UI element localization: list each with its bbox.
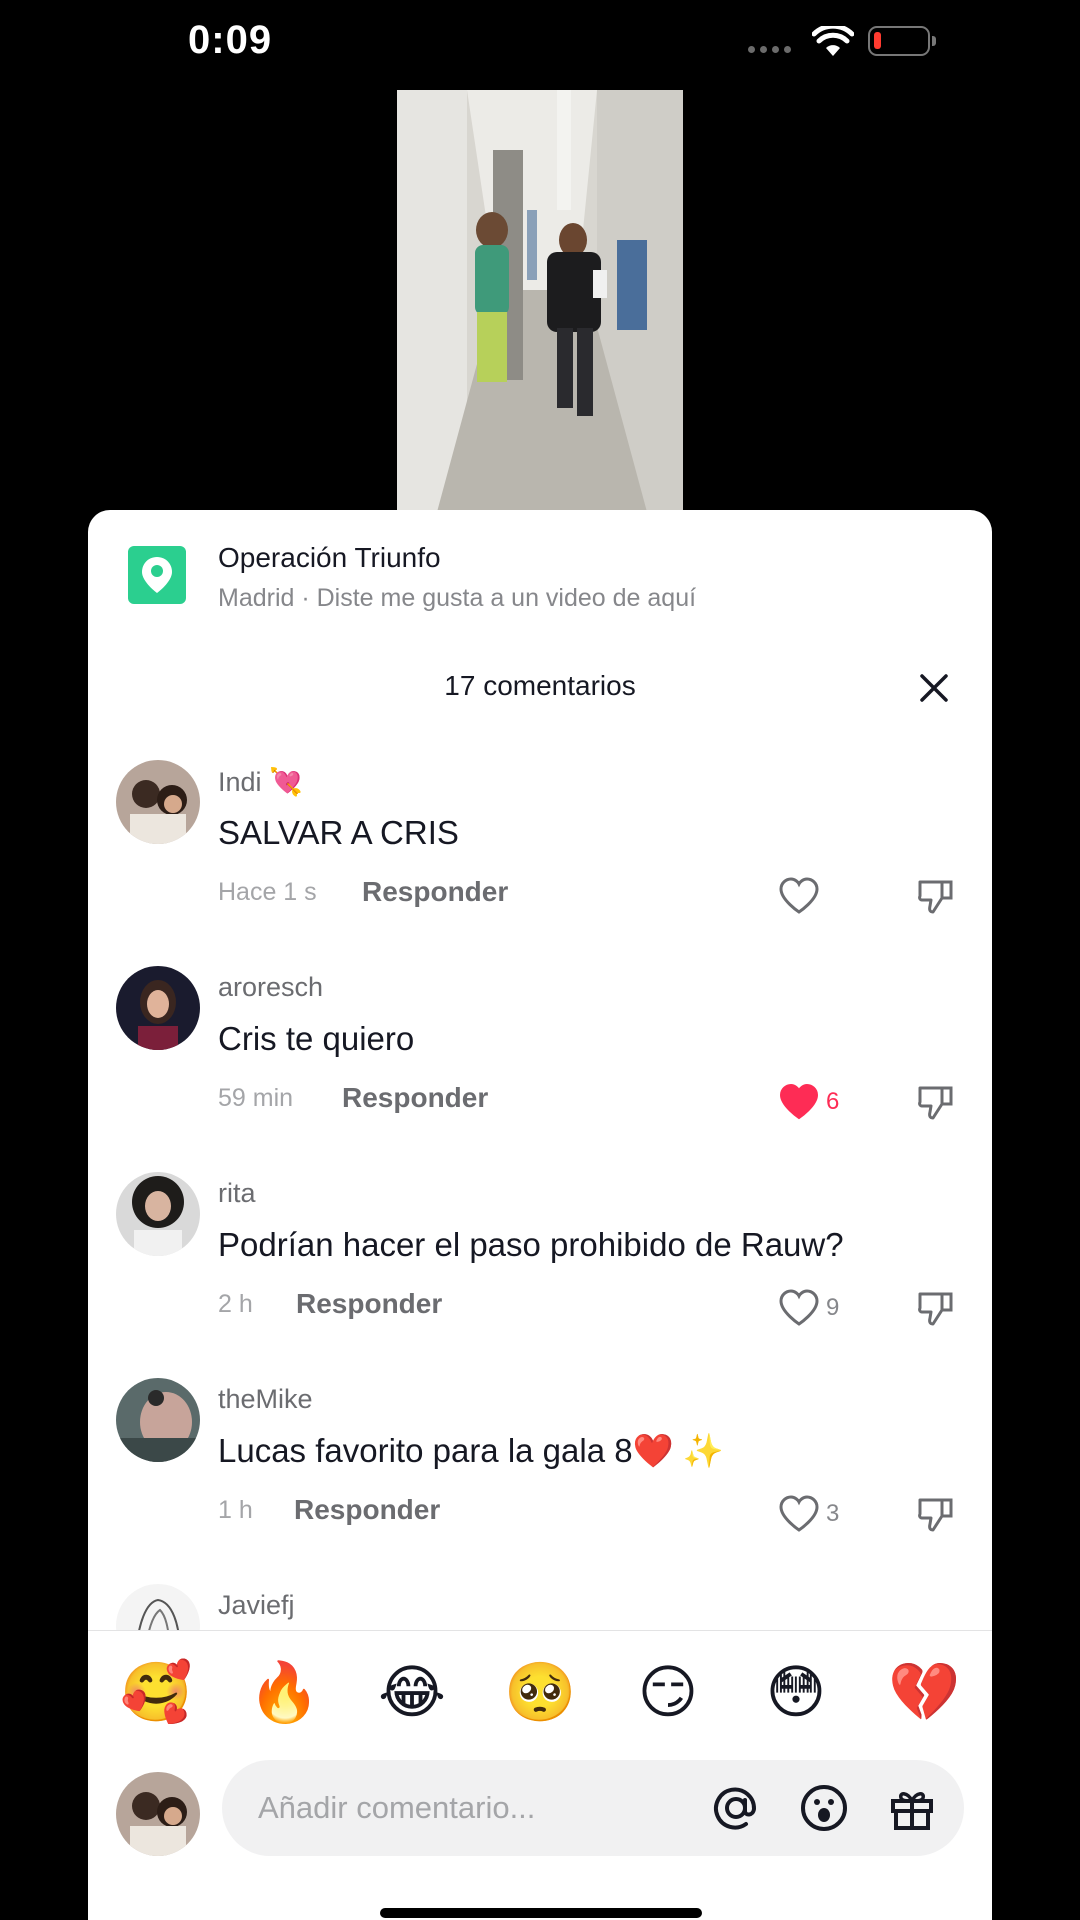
location-title: Operación Triunfo (218, 542, 441, 573)
reply-button[interactable]: Responder (294, 1494, 440, 1526)
heart-icon (779, 1495, 819, 1532)
dislike-icon[interactable] (916, 1288, 956, 1328)
comment-username[interactable]: aroresch (218, 972, 323, 1003)
heart-icon (779, 1289, 819, 1326)
reply-button[interactable]: Responder (342, 1082, 488, 1114)
like-count: 6 (826, 1088, 840, 1115)
dislike-icon[interactable] (916, 876, 956, 916)
status-bar: 0:09 (0, 0, 1080, 84)
status-time: 0:09 (188, 18, 273, 62)
comment-input-placeholder: Añadir comentario... (258, 1790, 536, 1825)
like-button[interactable]: 9 (778, 1288, 839, 1328)
dislike-icon[interactable] (916, 1082, 956, 1122)
emoji-icon[interactable] (796, 1780, 852, 1836)
comment-composer: Añadir comentario... (88, 1760, 992, 1870)
signal-icon (748, 46, 791, 53)
like-count: 3 (826, 1500, 840, 1527)
heart-icon (779, 1083, 819, 1120)
emoji-smiling-hearts[interactable]: 🥰 (120, 1656, 192, 1728)
avatar[interactable] (116, 1172, 200, 1256)
comment-time: Hace 1 s (218, 878, 317, 906)
reply-button[interactable]: Responder (362, 876, 508, 908)
location-subtitle: Madrid · Diste me gusta a un video de aq… (218, 584, 697, 612)
comment-item: rita Podrían hacer el paso prohibido de … (88, 1172, 992, 1378)
battery-icon (868, 26, 936, 56)
gift-icon[interactable] (884, 1780, 940, 1836)
comment-username[interactable]: Javiefj (218, 1590, 295, 1621)
comment-text: Podrían hacer el paso prohibido de Rauw? (218, 1226, 844, 1263)
quick-emoji-bar: 🥰 🔥 😂 🥺 😏 😳 💔 (88, 1656, 992, 1736)
comment-item: aroresch Cris te quiero 59 min Responder… (88, 966, 992, 1172)
close-icon[interactable] (914, 668, 954, 708)
comment-time: 2 h (218, 1290, 253, 1318)
location-banner[interactable]: Operación Triunfo Madrid · Diste me gust… (88, 510, 992, 630)
comment-item: theMike Lucas favorito para la gala 8❤️ … (88, 1378, 992, 1584)
comments-count: 17 comentarios (444, 670, 636, 701)
emoji-smirk[interactable]: 😏 (632, 1656, 704, 1728)
comment-time: 1 h (218, 1496, 253, 1524)
comment-text: SALVAR A CRIS (218, 814, 459, 851)
comment-username[interactable]: theMike (218, 1384, 313, 1415)
avatar[interactable] (116, 966, 200, 1050)
wifi-icon (812, 26, 854, 56)
comment-username[interactable]: Indi 💘 (218, 766, 303, 798)
emoji-fire[interactable]: 🔥 (248, 1656, 320, 1728)
location-pin-icon (128, 546, 186, 604)
dislike-icon[interactable] (916, 1494, 956, 1534)
divider (88, 1630, 992, 1631)
like-button[interactable]: 6 (778, 1082, 839, 1122)
avatar[interactable] (116, 1584, 200, 1630)
emoji-tears-of-joy[interactable]: 😂 (376, 1656, 448, 1728)
comments-sheet: Operación Triunfo Madrid · Diste me gust… (88, 510, 992, 1920)
comment-text: Lucas favorito para la gala 8❤️ ✨ (218, 1432, 724, 1469)
comment-item: Indi 💘 SALVAR A CRIS Hace 1 s Responder (88, 760, 992, 966)
comment-item: Javiefj (88, 1584, 992, 1630)
emoji-pleading[interactable]: 🥺 (504, 1656, 576, 1728)
reply-button[interactable]: Responder (296, 1288, 442, 1320)
emoji-broken-heart[interactable]: 💔 (888, 1656, 960, 1728)
comment-input[interactable]: Añadir comentario... (222, 1760, 964, 1856)
mention-icon[interactable] (708, 1780, 764, 1836)
like-button[interactable] (778, 876, 826, 916)
video-preview[interactable] (397, 90, 683, 512)
heart-icon (779, 877, 819, 914)
emoji-flushed[interactable]: 😳 (760, 1656, 832, 1728)
avatar[interactable] (116, 760, 200, 844)
like-button[interactable]: 3 (778, 1494, 839, 1534)
comment-time: 59 min (218, 1084, 294, 1112)
avatar (116, 1772, 200, 1856)
comment-username[interactable]: rita (218, 1178, 256, 1209)
avatar[interactable] (116, 1378, 200, 1462)
like-count: 9 (826, 1294, 840, 1321)
home-indicator[interactable] (380, 1908, 702, 1918)
comment-text: Cris te quiero (218, 1020, 415, 1057)
